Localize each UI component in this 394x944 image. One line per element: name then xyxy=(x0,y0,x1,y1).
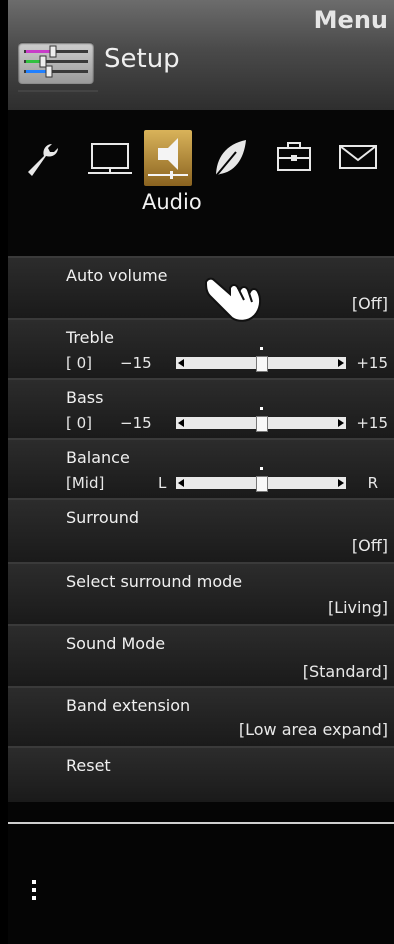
tab-picture[interactable] xyxy=(86,130,134,186)
section-title: Setup xyxy=(104,44,180,74)
setting-label: Surround xyxy=(66,508,140,527)
bottom-divider xyxy=(8,822,394,824)
tab-messages[interactable] xyxy=(334,130,382,186)
setting-label: Band extension xyxy=(66,696,191,715)
settings-panel: Menu Setup Audio Auto volume [Off] Trebl… xyxy=(8,0,394,944)
increase-arrow-icon xyxy=(338,419,344,427)
setting-reset[interactable]: Reset xyxy=(8,746,394,802)
tab-wrench[interactable] xyxy=(22,130,70,186)
category-tabs: Audio xyxy=(8,110,394,256)
setting-surround[interactable]: Surround [Off] xyxy=(8,498,394,562)
setting-label: Select surround mode xyxy=(66,572,243,591)
slider-min-label: −15 xyxy=(120,354,152,372)
setting-value: [Low area expand] xyxy=(238,720,388,739)
bass-slider[interactable] xyxy=(176,407,346,432)
setting-label: Balance xyxy=(66,448,130,467)
setting-current-value: [ 0] xyxy=(66,354,93,372)
hand-pointer-icon xyxy=(204,274,264,328)
wrench-icon xyxy=(28,144,58,176)
setting-label: Auto volume xyxy=(66,266,168,285)
setting-value: [Living] xyxy=(327,598,388,617)
setting-current-value: [Mid] xyxy=(66,474,105,492)
increase-arrow-icon xyxy=(338,359,344,367)
balance-slider[interactable] xyxy=(176,467,346,492)
more-options-icon[interactable] xyxy=(32,880,36,904)
tab-audio[interactable] xyxy=(144,130,192,186)
slider-max-label: +15 xyxy=(356,414,388,432)
setting-auto-volume[interactable]: Auto volume [Off] xyxy=(8,256,394,318)
slider-max-label: R xyxy=(367,474,378,492)
briefcase-icon xyxy=(277,142,311,171)
slider-thumb[interactable] xyxy=(256,476,268,492)
settings-list: Auto volume [Off] Treble [ 0] −15 +15 Ba… xyxy=(8,256,394,802)
menu-title: Menu xyxy=(313,6,388,34)
increase-arrow-icon xyxy=(338,479,344,487)
active-tab-caption: Audio xyxy=(142,190,202,214)
mail-icon xyxy=(339,145,377,169)
center-marker xyxy=(260,407,263,410)
tab-options[interactable] xyxy=(270,130,318,186)
slider-min-label: L xyxy=(158,474,167,492)
tab-eco[interactable] xyxy=(206,130,254,186)
decrease-arrow-icon xyxy=(178,359,184,367)
slider-max-label: +15 xyxy=(356,354,388,372)
setting-label: Sound Mode xyxy=(66,634,166,653)
menu-header: Menu Setup xyxy=(8,0,394,110)
center-marker xyxy=(260,467,263,470)
treble-slider[interactable] xyxy=(176,347,346,372)
setting-label: Treble xyxy=(66,328,114,347)
center-marker xyxy=(260,347,263,350)
slider-thumb[interactable] xyxy=(256,416,268,432)
setting-current-value: [ 0] xyxy=(66,414,93,432)
decrease-arrow-icon xyxy=(178,419,184,427)
speaker-icon xyxy=(148,138,188,179)
decrease-arrow-icon xyxy=(178,479,184,487)
setting-value: [Standard] xyxy=(302,662,388,681)
setting-treble[interactable]: Treble [ 0] −15 +15 xyxy=(8,318,394,378)
setting-label: Bass xyxy=(66,388,104,407)
setting-sound-mode[interactable]: Sound Mode [Standard] xyxy=(8,624,394,686)
leaf-icon xyxy=(215,140,246,177)
slider-thumb[interactable] xyxy=(256,356,268,372)
setting-balance[interactable]: Balance [Mid] L R xyxy=(8,438,394,498)
setting-surround-mode[interactable]: Select surround mode [Living] xyxy=(8,562,394,624)
setting-value: [Off] xyxy=(351,294,388,313)
setting-bass[interactable]: Bass [ 0] −15 +15 xyxy=(8,378,394,438)
slider-min-label: −15 xyxy=(120,414,152,432)
setting-value: [Off] xyxy=(351,536,388,555)
monitor-icon xyxy=(88,143,132,174)
header-divider xyxy=(18,90,98,92)
setting-band-extension[interactable]: Band extension [Low area expand] xyxy=(8,686,394,746)
setting-label: Reset xyxy=(66,756,111,775)
setup-sliders-icon xyxy=(18,42,94,84)
